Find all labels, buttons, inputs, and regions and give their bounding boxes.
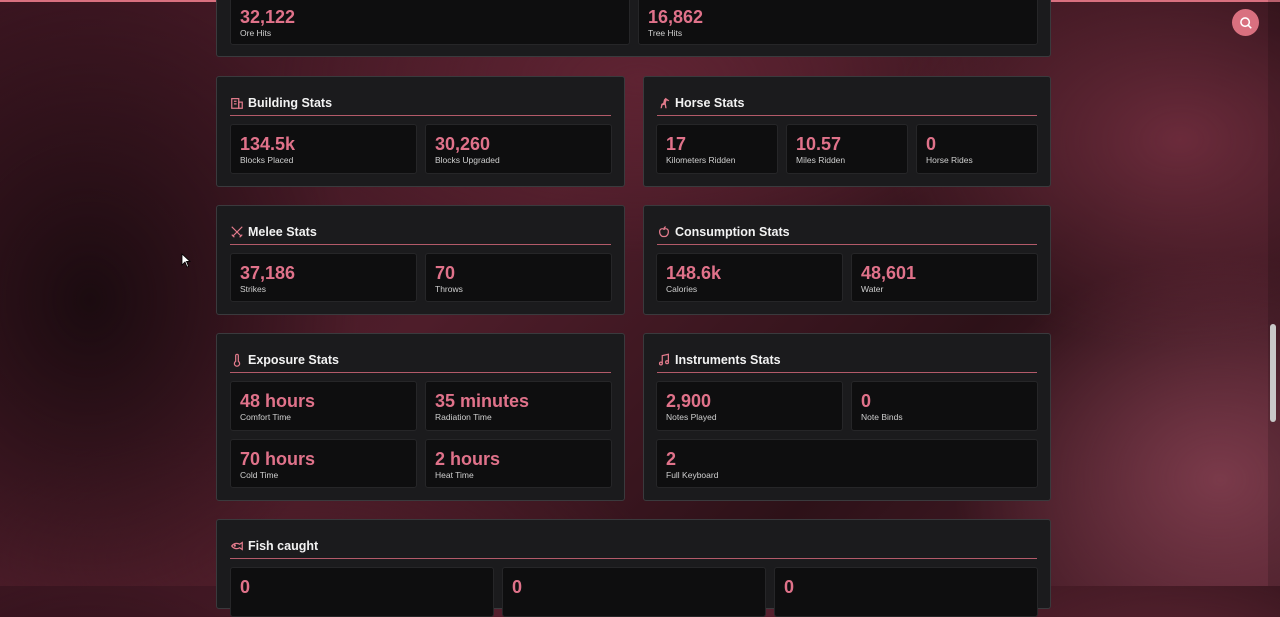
stat-value: 10.57 [796, 134, 842, 154]
stat-label: Miles Ridden [796, 155, 846, 165]
thermometer-icon [230, 353, 244, 367]
stat-tile: 48 hours Comfort Time [230, 381, 417, 431]
card-title: Horse Stats [675, 95, 745, 110]
card-header: Instruments Stats [657, 347, 1037, 373]
stat-label: Ore Hits [240, 28, 272, 38]
stat-tile: 2 Full Keyboard [656, 439, 1038, 488]
stat-value: 2,900 [666, 391, 712, 411]
stat-tile: 0 [230, 567, 494, 617]
stat-tile: 37,186 Strikes [230, 253, 417, 302]
apple-icon [657, 225, 671, 239]
stat-value: 16,862 [648, 7, 704, 27]
card-header: Consumption Stats [657, 219, 1037, 245]
stat-tile: 2 hours Heat Time [425, 439, 612, 488]
stat-value: 2 hours [435, 449, 501, 469]
fish-icon [230, 539, 244, 553]
consumption-stats-card: Consumption Stats 148.6k Calories 48,601… [643, 205, 1051, 315]
stat-tile-tree-hits: 16,862 Tree Hits [638, 0, 1038, 45]
stat-label: Blocks Placed [240, 155, 294, 165]
stat-label: Throws [435, 284, 463, 294]
card-header: Building Stats [230, 90, 611, 116]
stat-label: Strikes [240, 284, 266, 294]
stat-value: 0 [861, 391, 872, 411]
stat-value: 148.6k [666, 263, 722, 283]
building-icon [230, 96, 244, 110]
mouse-cursor-icon [181, 253, 192, 273]
stat-label: Tree Hits [648, 28, 683, 38]
stat-value: 48 hours [240, 391, 316, 411]
stat-value: 0 [784, 577, 795, 597]
stat-tile: 0 Horse Rides [916, 124, 1038, 174]
music-note-icon [657, 353, 671, 367]
swords-icon [230, 225, 244, 239]
stat-tile: 70 hours Cold Time [230, 439, 417, 488]
horse-stats-card: Horse Stats 17 Kilometers Ridden 10.57 M… [643, 76, 1051, 187]
stat-value: 70 [435, 263, 456, 283]
gathering-stats-card: 32,122 Ore Hits 16,862 Tree Hits [216, 0, 1051, 57]
card-title: Fish caught [248, 538, 319, 553]
card-title: Exposure Stats [248, 352, 340, 367]
scrollbar-track[interactable] [1268, 0, 1280, 586]
instruments-stats-card: Instruments Stats 2,900 Notes Played 0 N… [643, 333, 1051, 501]
stat-value: 0 [512, 577, 523, 597]
exposure-stats-card: Exposure Stats 48 hours Comfort Time 35 … [216, 333, 625, 501]
card-title: Melee Stats [248, 224, 317, 239]
stat-value: 48,601 [861, 263, 917, 283]
card-header: Melee Stats [230, 219, 611, 245]
stat-value: 35 minutes [435, 391, 530, 411]
stat-value: 2 [666, 449, 677, 469]
stat-tile: 30,260 Blocks Upgraded [425, 124, 612, 174]
horse-icon [657, 96, 671, 110]
search-icon [1239, 16, 1252, 29]
stat-tile-ore-hits: 32,122 Ore Hits [230, 0, 630, 45]
stat-label: Water [861, 284, 884, 294]
stat-tile: 17 Kilometers Ridden [656, 124, 778, 174]
card-title: Consumption Stats [675, 224, 790, 239]
stat-value: 37,186 [240, 263, 296, 283]
card-title: Building Stats [248, 95, 333, 110]
stat-label: Radiation Time [435, 412, 492, 422]
stat-value: 134.5k [240, 134, 296, 154]
stat-tile: 48,601 Water [851, 253, 1038, 302]
stat-label: Cold Time [240, 470, 279, 480]
stat-tile: 70 Throws [425, 253, 612, 302]
fish-caught-card: Fish caught 0 0 0 [216, 519, 1051, 617]
melee-stats-card: Melee Stats 37,186 Strikes 70 Throws [216, 205, 625, 315]
stat-value: 17 [666, 134, 687, 154]
stat-label: Blocks Upgraded [435, 155, 500, 165]
stat-label: Kilometers Ridden [666, 155, 736, 165]
stat-tile: 148.6k Calories [656, 253, 843, 302]
card-header: Exposure Stats [230, 347, 611, 373]
stat-tile: 0 Note Binds [851, 381, 1038, 431]
stat-label: Notes Played [666, 412, 717, 422]
stat-value: 0 [240, 577, 251, 597]
search-button[interactable] [1232, 9, 1259, 36]
building-stats-card: Building Stats 134.5k Blocks Placed 30,2… [216, 76, 625, 187]
stat-value: 32,122 [240, 7, 296, 27]
stat-label: Comfort Time [240, 412, 292, 422]
scrollbar-thumb[interactable] [1270, 324, 1276, 422]
stat-label: Heat Time [435, 470, 474, 480]
stat-tile: 10.57 Miles Ridden [786, 124, 908, 174]
stat-label: Horse Rides [926, 155, 973, 165]
stat-label: Note Binds [861, 412, 903, 422]
stat-tile: 0 [502, 567, 766, 617]
stat-value: 70 hours [240, 449, 316, 469]
stat-tile: 2,900 Notes Played [656, 381, 843, 431]
stat-value: 30,260 [435, 134, 491, 154]
card-header: Horse Stats [657, 90, 1037, 116]
stat-label: Full Keyboard [666, 470, 719, 480]
stat-tile: 134.5k Blocks Placed [230, 124, 417, 174]
card-header: Fish caught [230, 533, 1037, 559]
stat-tile: 0 [774, 567, 1038, 617]
stat-value: 0 [926, 134, 937, 154]
stat-tile: 35 minutes Radiation Time [425, 381, 612, 431]
card-title: Instruments Stats [675, 352, 781, 367]
stat-label: Calories [666, 284, 698, 294]
